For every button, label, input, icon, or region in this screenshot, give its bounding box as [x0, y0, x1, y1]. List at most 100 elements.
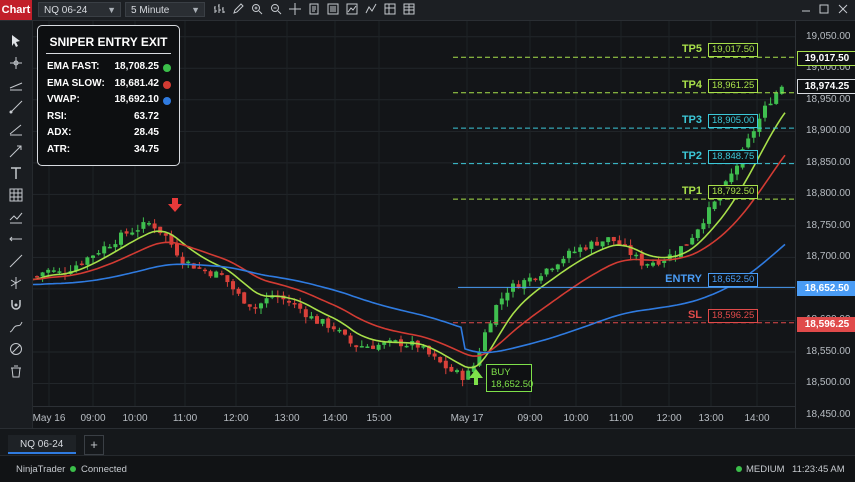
- candle-body: [130, 232, 135, 235]
- candle-body: [443, 360, 448, 369]
- series-color-dot: [163, 97, 171, 105]
- candle-body: [163, 233, 168, 236]
- properties-icon[interactable]: [327, 3, 339, 15]
- candle-body: [79, 263, 84, 266]
- candle-body: [763, 105, 767, 118]
- app-name: NinjaTrader: [16, 464, 66, 475]
- chart-tabs: NQ 06-24 +: [0, 428, 855, 456]
- add-tab-button[interactable]: +: [84, 435, 104, 455]
- level-price-entry: 18,652.50: [708, 273, 759, 288]
- candle-body: [712, 201, 717, 210]
- chevron-down-icon: ▼: [107, 5, 116, 15]
- hide-icon[interactable]: [9, 342, 23, 356]
- chart-tab[interactable]: Chart: [0, 0, 32, 20]
- candle-body: [656, 260, 661, 265]
- level-price-tp3: 18,905.00: [708, 114, 759, 129]
- chart-style-icon[interactable]: [9, 210, 23, 224]
- price-axis[interactable]: 19,050.00 19,000.00 18,950.00 18,900.00 18,8…: [795, 21, 855, 428]
- candle-body: [735, 165, 739, 175]
- pen-icon[interactable]: [9, 320, 23, 334]
- candle-body: [57, 271, 62, 273]
- price-tag-tp5: 19,017.50: [797, 51, 855, 67]
- candle-body: [331, 326, 336, 330]
- strategy-icon[interactable]: [365, 3, 377, 15]
- indicators-icon[interactable]: [346, 3, 358, 15]
- horizontal-line-icon[interactable]: [9, 232, 23, 246]
- drawing-tools-bar: [0, 21, 33, 428]
- tab-nq[interactable]: NQ 06-24: [8, 435, 76, 454]
- candle-body: [91, 255, 95, 258]
- candle-body: [578, 247, 583, 252]
- maximize-icon[interactable]: [818, 3, 830, 15]
- candle-body: [611, 236, 616, 242]
- price-tag-entry: 18,652.50: [797, 281, 855, 297]
- instrument-value: NQ 06-24: [44, 5, 88, 16]
- pencil-icon[interactable]: [232, 3, 244, 15]
- grid-tool-icon[interactable]: [9, 188, 23, 202]
- candle-body: [40, 272, 45, 277]
- candle-body: [544, 268, 549, 275]
- candle-body: [572, 251, 577, 254]
- text-tool-icon[interactable]: [9, 166, 23, 180]
- candle-body: [175, 243, 179, 256]
- candle-body: [147, 223, 151, 225]
- candle-body: [35, 276, 39, 278]
- time-tick-label: May 17: [450, 413, 484, 424]
- candle-body: [303, 309, 308, 318]
- candle-body: [298, 303, 303, 309]
- candle-body: [651, 262, 655, 266]
- status-bar: NinjaTrader Connected MEDIUM 11:23:45 AM: [0, 455, 855, 482]
- level-label-entry: ENTRY: [665, 273, 702, 286]
- close-icon[interactable]: [837, 3, 849, 15]
- crosshair-icon[interactable]: [289, 3, 301, 15]
- buy-signal-price: 18,652.50: [491, 379, 534, 390]
- instrument-selector[interactable]: NQ 06-24 ▼: [38, 2, 121, 17]
- time-tick-label: 14:00: [744, 413, 770, 424]
- crosshair-tool-icon[interactable]: [9, 56, 23, 70]
- time-axis[interactable]: May 16 09:00 10:00 11:00 12:00 13:00 14:00 15:0…: [33, 406, 795, 429]
- candle-body: [483, 332, 487, 351]
- candle-body: [527, 277, 532, 282]
- candle-body: [645, 264, 650, 266]
- indicator-label: RSI:: [47, 110, 67, 122]
- candle-body: [141, 222, 146, 229]
- indicator-row: ATR: 34.75: [47, 144, 173, 158]
- price-tick-label: 18,500.00: [806, 377, 851, 389]
- indicator-panel-title: SNIPER ENTRY EXIT: [49, 35, 168, 49]
- time-tick-label: 09:00: [80, 413, 106, 424]
- line-tool-icon[interactable]: [9, 78, 23, 92]
- price-ladder-icon[interactable]: [403, 3, 415, 15]
- magnet-icon[interactable]: [9, 298, 23, 312]
- candle-body: [219, 273, 224, 275]
- level-price-tp1: 18,792.50: [708, 185, 759, 200]
- data-box-icon[interactable]: [384, 3, 396, 15]
- pointer-icon[interactable]: [9, 34, 23, 48]
- zoom-in-icon[interactable]: [251, 3, 263, 15]
- candle-body: [460, 370, 465, 381]
- interval-selector[interactable]: 5 Minute ▼: [125, 2, 205, 17]
- delete-icon[interactable]: [9, 364, 23, 378]
- candle-body: [751, 131, 756, 138]
- price-tick-label: 18,850.00: [806, 156, 851, 168]
- time-tick-label: 14:00: [322, 413, 348, 424]
- level-price-sl: 18,596.25: [708, 308, 759, 323]
- candle-body: [343, 329, 347, 335]
- arrow-line-icon[interactable]: [9, 144, 23, 158]
- minimize-icon[interactable]: [800, 3, 812, 15]
- bar-type-icon[interactable]: [213, 3, 225, 15]
- candle-body: [746, 138, 751, 148]
- template-icon[interactable]: [308, 3, 320, 15]
- fibonacci-icon[interactable]: [9, 276, 23, 290]
- candle-body: [203, 269, 207, 272]
- candle-body: [707, 207, 711, 224]
- extended-line-icon[interactable]: [9, 122, 23, 136]
- candle-body: [259, 303, 263, 309]
- candle-body: [124, 231, 129, 234]
- trend-line-icon[interactable]: [9, 254, 23, 268]
- zoom-out-icon[interactable]: [270, 3, 282, 15]
- ray-tool-icon[interactable]: [9, 100, 23, 114]
- candle-body: [684, 244, 689, 246]
- level-label-tp1: TP1: [681, 185, 702, 198]
- time-tick-label: 12:00: [223, 413, 249, 424]
- indicator-value: 28.45: [133, 127, 159, 138]
